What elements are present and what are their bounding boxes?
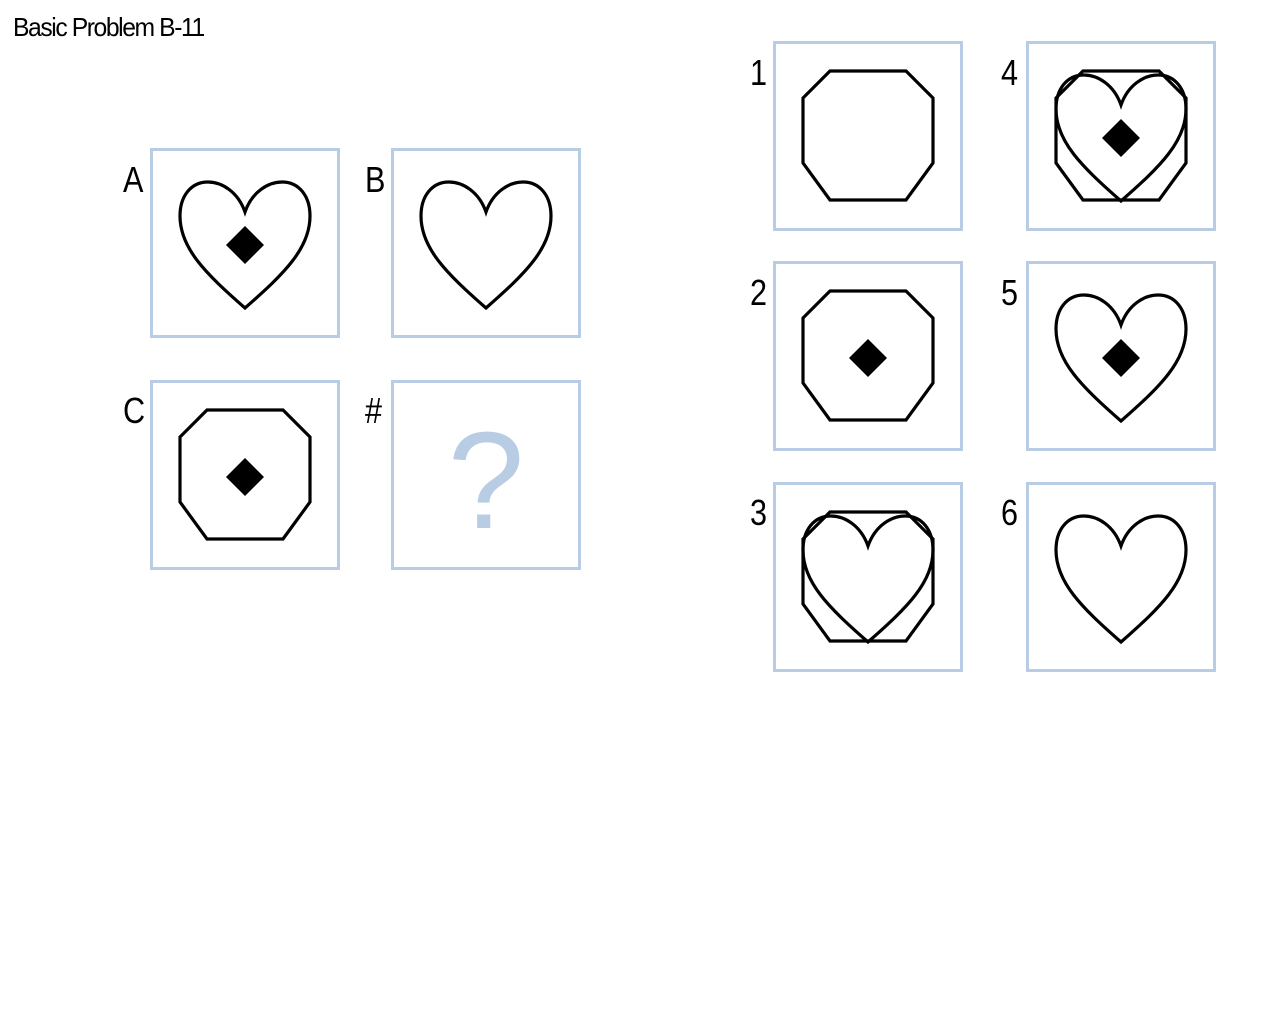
answer-label-3: 3 — [750, 492, 768, 533]
answer-label-4: 4 — [1001, 52, 1019, 93]
cell-figure — [178, 180, 312, 310]
heart-icon — [801, 514, 935, 644]
question-mark: ? — [447, 404, 525, 558]
answer-option-4[interactable] — [1026, 41, 1216, 231]
matrix-cell-b — [391, 148, 581, 338]
cell-figure — [178, 408, 312, 541]
heart-icon — [1054, 514, 1188, 644]
cell-label-c: C — [123, 390, 146, 431]
answer-label-5: 5 — [1001, 272, 1019, 313]
answer-option-2[interactable] — [773, 261, 963, 451]
page-title: Basic Problem B-11 — [13, 12, 205, 42]
answer-label-2: 2 — [750, 272, 768, 313]
diamond-icon — [1102, 339, 1140, 377]
matrix-cell-c — [150, 380, 340, 570]
octagon-icon — [801, 69, 935, 202]
cell-figure — [801, 510, 935, 644]
heart-icon — [419, 180, 553, 310]
matrix-cell-a — [150, 148, 340, 338]
answer-option-3[interactable] — [773, 482, 963, 672]
cell-figure — [1054, 293, 1188, 423]
cell-figure — [419, 180, 553, 310]
answer-option-5[interactable] — [1026, 261, 1216, 451]
answer-label-1: 1 — [750, 52, 768, 93]
cell-figure — [1054, 69, 1188, 203]
diamond-icon — [849, 339, 887, 377]
answer-option-1[interactable] — [773, 41, 963, 231]
cell-figure — [1054, 514, 1188, 644]
answer-label-6: 6 — [1001, 492, 1019, 533]
answer-option-6[interactable] — [1026, 482, 1216, 672]
matrix-cell-missing: ? — [391, 380, 581, 570]
diamond-icon — [1102, 119, 1140, 157]
cell-label-hash: # — [365, 390, 383, 431]
diamond-icon — [226, 458, 264, 496]
cell-figure — [801, 289, 935, 422]
cell-label-b: B — [365, 159, 386, 200]
cell-label-a: A — [123, 159, 144, 200]
cell-figure — [801, 69, 935, 202]
octagon-icon — [801, 510, 935, 643]
diamond-icon — [226, 226, 264, 264]
